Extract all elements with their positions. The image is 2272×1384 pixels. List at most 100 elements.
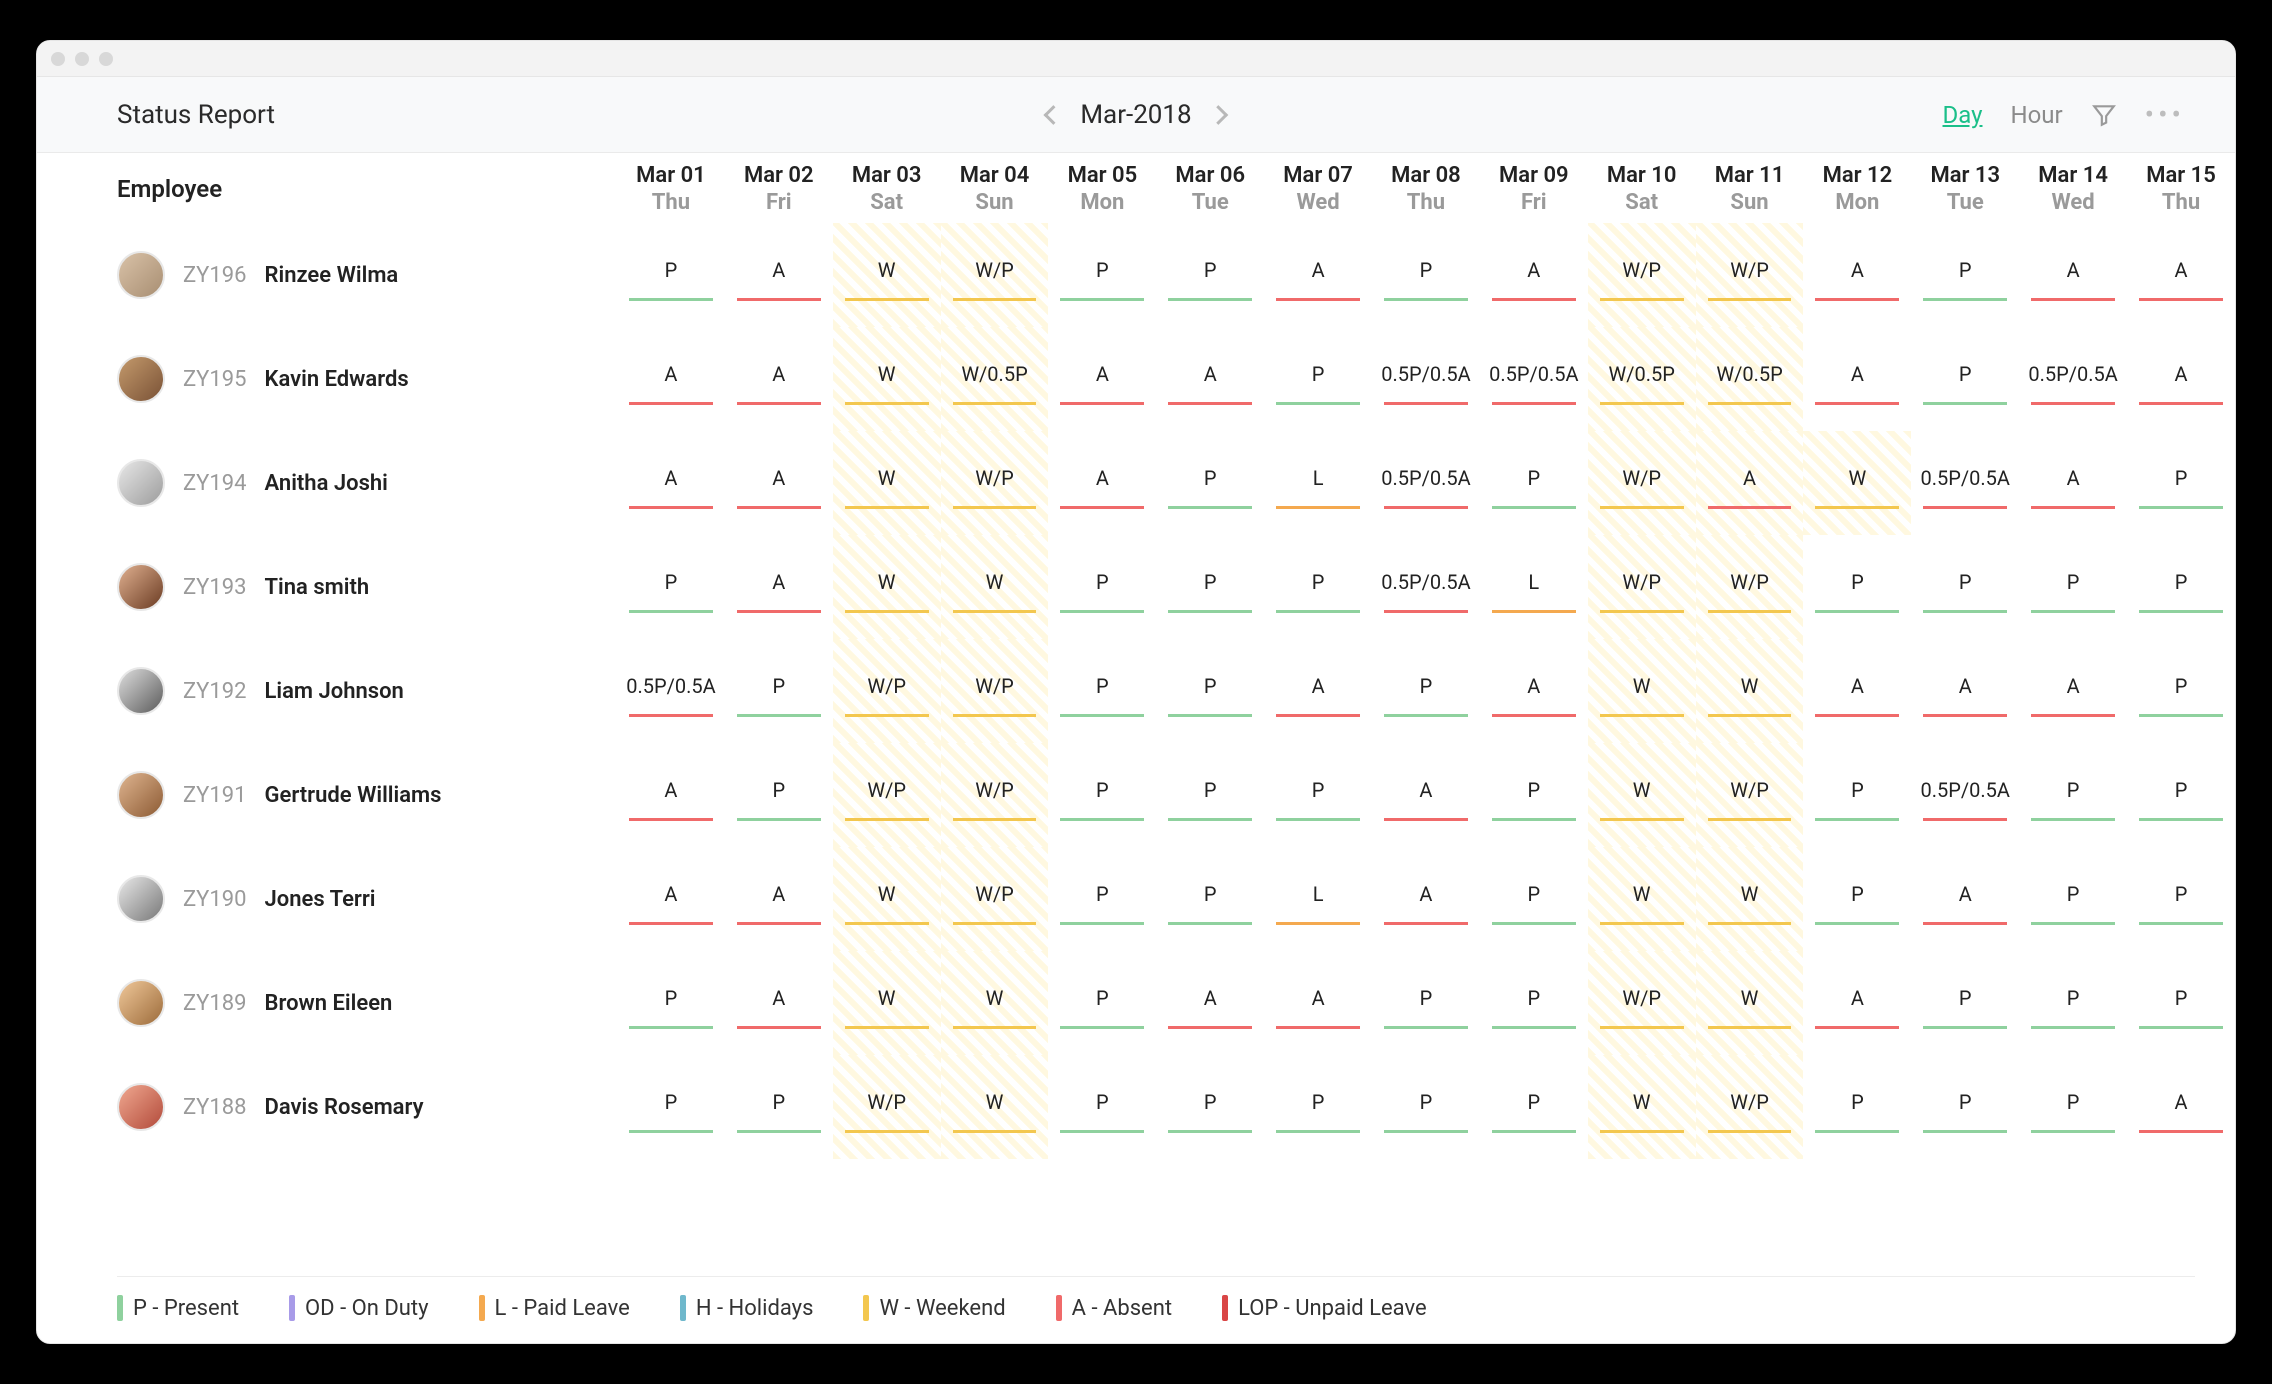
employee-cell[interactable]: ZY194Anitha Joshi <box>37 431 617 535</box>
status-cell[interactable]: P <box>1372 951 1480 1055</box>
status-cell[interactable]: A <box>725 535 833 639</box>
window-close-dot[interactable] <box>51 52 65 66</box>
status-cell[interactable]: A <box>1911 847 2019 951</box>
status-cell[interactable]: 0.5P/0.5A <box>1372 535 1480 639</box>
status-cell[interactable]: A <box>725 327 833 431</box>
status-cell[interactable]: P <box>1156 639 1264 743</box>
status-cell[interactable]: A <box>725 951 833 1055</box>
status-cell[interactable]: P <box>2019 1055 2127 1159</box>
status-cell[interactable]: P <box>617 951 725 1055</box>
status-cell[interactable]: P <box>1048 743 1156 847</box>
employee-cell[interactable]: ZY190Jones Terri <box>37 847 617 951</box>
status-cell[interactable]: P <box>1803 847 1911 951</box>
filter-icon[interactable] <box>2091 102 2117 128</box>
status-cell[interactable]: W <box>941 951 1049 1055</box>
table-row[interactable]: ZY196Rinzee WilmaPAWW/PPPAPAW/PW/PAPAA <box>37 223 2235 327</box>
table-row[interactable]: ZY195Kavin EdwardsAAWW/0.5PAAP0.5P/0.5A0… <box>37 327 2235 431</box>
status-cell[interactable]: W <box>1696 847 1804 951</box>
status-cell[interactable]: P <box>1048 847 1156 951</box>
status-cell[interactable]: P <box>1480 743 1588 847</box>
status-cell[interactable]: P <box>1803 535 1911 639</box>
status-cell[interactable]: P <box>1156 847 1264 951</box>
status-cell[interactable]: 0.5P/0.5A <box>617 639 725 743</box>
status-cell[interactable]: W <box>1696 639 1804 743</box>
employee-cell[interactable]: ZY195Kavin Edwards <box>37 327 617 431</box>
status-cell[interactable]: A <box>1264 639 1372 743</box>
status-cell[interactable]: W/P <box>833 639 941 743</box>
status-cell[interactable]: P <box>1911 951 2019 1055</box>
status-cell[interactable]: P <box>2019 535 2127 639</box>
status-cell[interactable]: A <box>1480 223 1588 327</box>
status-cell[interactable]: P <box>1372 1055 1480 1159</box>
status-cell[interactable]: A <box>1803 951 1911 1055</box>
status-cell[interactable]: P <box>1048 223 1156 327</box>
status-cell[interactable]: A <box>725 431 833 535</box>
window-max-dot[interactable] <box>99 52 113 66</box>
table-row[interactable]: ZY188Davis RosemaryPPW/PWPPPPPWW/PPPPA <box>37 1055 2235 1159</box>
status-cell[interactable]: A <box>1264 951 1372 1055</box>
status-cell[interactable]: P <box>2127 847 2235 951</box>
status-cell[interactable]: W <box>941 1055 1049 1159</box>
status-cell[interactable]: W/P <box>833 1055 941 1159</box>
status-cell[interactable]: W <box>833 847 941 951</box>
status-cell[interactable]: P <box>1048 639 1156 743</box>
status-cell[interactable]: A <box>1696 431 1804 535</box>
next-month-button[interactable] <box>1209 105 1229 125</box>
table-row[interactable]: ZY192Liam Johnson0.5P/0.5APW/PW/PPPAPAWW… <box>37 639 2235 743</box>
status-cell[interactable]: W <box>1588 743 1696 847</box>
status-cell[interactable]: W/P <box>1588 223 1696 327</box>
status-cell[interactable]: A <box>1803 639 1911 743</box>
status-cell[interactable]: 0.5P/0.5A <box>1480 327 1588 431</box>
status-cell[interactable]: P <box>1264 535 1372 639</box>
status-cell[interactable]: A <box>2019 639 2127 743</box>
status-cell[interactable]: A <box>1156 327 1264 431</box>
status-cell[interactable]: 0.5P/0.5A <box>1372 431 1480 535</box>
status-cell[interactable]: P <box>1156 743 1264 847</box>
status-cell[interactable]: W <box>1588 847 1696 951</box>
status-cell[interactable]: A <box>1048 327 1156 431</box>
status-cell[interactable]: P <box>1156 1055 1264 1159</box>
status-cell[interactable]: L <box>1264 431 1372 535</box>
status-cell[interactable]: P <box>1264 1055 1372 1159</box>
status-cell[interactable]: L <box>1264 847 1372 951</box>
status-cell[interactable]: W/P <box>941 639 1049 743</box>
status-cell[interactable]: W <box>1588 1055 1696 1159</box>
status-cell[interactable]: W/P <box>941 847 1049 951</box>
status-cell[interactable]: P <box>1480 1055 1588 1159</box>
status-cell[interactable]: P <box>725 743 833 847</box>
employee-cell[interactable]: ZY192Liam Johnson <box>37 639 617 743</box>
status-cell[interactable]: P <box>1264 743 1372 847</box>
status-cell[interactable]: A <box>2127 223 2235 327</box>
status-cell[interactable]: W/P <box>1696 743 1804 847</box>
status-cell[interactable]: 0.5P/0.5A <box>2019 327 2127 431</box>
table-row[interactable]: ZY194Anitha JoshiAAWW/PAPL0.5P/0.5APW/PA… <box>37 431 2235 535</box>
status-cell[interactable]: P <box>1480 847 1588 951</box>
employee-cell[interactable]: ZY191Gertrude Williams <box>37 743 617 847</box>
status-cell[interactable]: P <box>1911 327 2019 431</box>
window-min-dot[interactable] <box>75 52 89 66</box>
employee-cell[interactable]: ZY193Tina smith <box>37 535 617 639</box>
status-cell[interactable]: A <box>1156 951 1264 1055</box>
status-cell[interactable]: P <box>725 639 833 743</box>
status-cell[interactable]: P <box>1048 951 1156 1055</box>
status-cell[interactable]: W/P <box>941 431 1049 535</box>
status-cell[interactable]: P <box>1372 639 1480 743</box>
status-cell[interactable]: A <box>1264 223 1372 327</box>
status-cell[interactable]: P <box>1372 223 1480 327</box>
status-cell[interactable]: A <box>2019 431 2127 535</box>
status-cell[interactable]: P <box>1480 431 1588 535</box>
status-cell[interactable]: P <box>725 1055 833 1159</box>
status-cell[interactable]: A <box>725 847 833 951</box>
employee-cell[interactable]: ZY196Rinzee Wilma <box>37 223 617 327</box>
status-cell[interactable]: A <box>617 327 725 431</box>
view-hour-link[interactable]: Hour <box>2010 101 2062 129</box>
status-cell[interactable]: A <box>1803 223 1911 327</box>
status-cell[interactable]: P <box>2127 639 2235 743</box>
status-cell[interactable]: W/P <box>941 743 1049 847</box>
status-cell[interactable]: W/P <box>833 743 941 847</box>
status-cell[interactable]: A <box>1372 743 1480 847</box>
status-cell[interactable]: W <box>1803 431 1911 535</box>
status-cell[interactable]: A <box>2127 1055 2235 1159</box>
status-cell[interactable]: W/P <box>1696 223 1804 327</box>
status-cell[interactable]: P <box>2127 431 2235 535</box>
